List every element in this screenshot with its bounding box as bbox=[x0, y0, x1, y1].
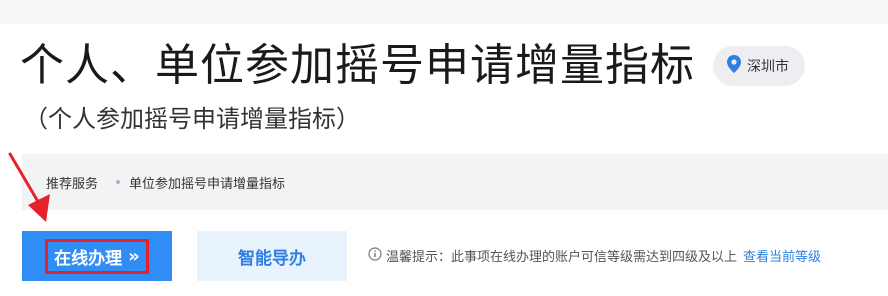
location-pin-icon bbox=[727, 55, 747, 77]
location-chip[interactable]: 深圳市 bbox=[713, 46, 805, 86]
check-level-link[interactable]: 查看当前等级 bbox=[743, 246, 821, 265]
page-title: 个人、单位参加摇号申请增量指标 bbox=[20, 40, 695, 91]
page-subtitle: （个人参加摇号申请增量指标） bbox=[24, 105, 360, 133]
breadcrumb: 推荐服务 单位参加摇号申请增量指标 bbox=[22, 154, 888, 210]
title-row: 个人、单位参加摇号申请增量指标 深圳市 bbox=[20, 40, 805, 92]
info-circle-icon bbox=[368, 246, 386, 265]
breadcrumb-item-current: 单位参加摇号申请增量指标 bbox=[129, 176, 286, 192]
notice-text: 温馨提示：此事项在线办理的账户可信等级需达到四级及以上 bbox=[386, 250, 738, 265]
top-strip bbox=[0, 0, 888, 24]
smart-guide-button[interactable]: 智能导办 bbox=[197, 231, 347, 281]
breadcrumb-item-recommended[interactable]: 推荐服务 bbox=[46, 173, 98, 192]
double-chevron-right-icon: » bbox=[128, 245, 140, 267]
online-apply-highlight: 在线办理 » bbox=[45, 238, 149, 274]
online-apply-button[interactable]: 在线办理 » bbox=[22, 231, 172, 281]
notice: 温馨提示：此事项在线办理的账户可信等级需达到四级及以上 查看当前等级 bbox=[368, 246, 821, 265]
online-apply-label: 在线办理 bbox=[54, 248, 123, 269]
location-label: 深圳市 bbox=[747, 59, 789, 75]
breadcrumb-separator bbox=[116, 180, 121, 184]
